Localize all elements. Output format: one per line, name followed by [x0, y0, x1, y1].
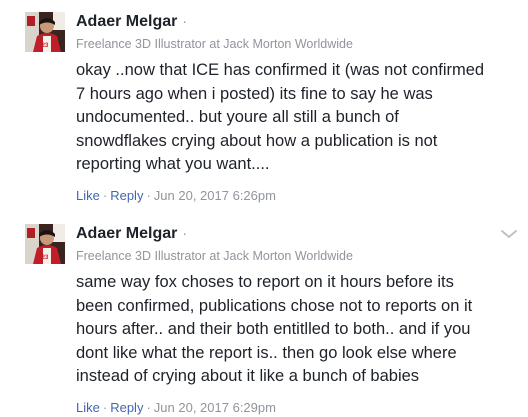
comment-text-line: been confirmed, publications chose not t…: [76, 296, 473, 315]
comment-timestamp[interactable]: Jun 20, 2017 6:29pm: [154, 400, 276, 415]
avatar[interactable]: 23: [25, 12, 65, 52]
comment-text-line: dont like what the report is.. then go l…: [76, 343, 457, 362]
author-line: Adaer Melgar ·: [76, 223, 187, 244]
profile-photo-icon: 23: [25, 12, 65, 52]
svg-text:23: 23: [42, 43, 49, 49]
comment-text-line: 7 hours ago when i posted) its fine to s…: [76, 84, 433, 103]
comment-text-line: instead of crying about it like a bunch …: [76, 367, 420, 385]
comment-text: same way fox choses to report on it hour…: [76, 271, 526, 389]
like-button[interactable]: Like: [76, 400, 100, 415]
comment-text-line: hours after.. and their both entitlled t…: [76, 320, 471, 338]
action-separator: ·: [102, 188, 108, 203]
comment-actions: Like · Reply · Jun 20, 2017 6:26pm: [76, 188, 276, 204]
reply-button[interactable]: Reply: [110, 188, 143, 203]
author-name[interactable]: Adaer Melgar: [76, 225, 177, 242]
comment-text-line: okay ..now that ICE has confirmed it (wa…: [76, 61, 485, 79]
comment-text-line: reporting what you want....: [76, 155, 270, 173]
action-separator: ·: [146, 400, 151, 415]
author-separator: ·: [182, 13, 188, 29]
action-separator: ·: [102, 400, 108, 415]
action-separator: ·: [146, 188, 151, 203]
comment-timestamp[interactable]: Jun 20, 2017 6:26pm: [154, 188, 276, 203]
chevron-down-icon[interactable]: [500, 228, 518, 240]
comment-text-line: same way fox choses to report on it hour…: [76, 273, 454, 291]
like-button[interactable]: Like: [76, 188, 100, 203]
author-title: Freelance 3D Illustrator at Jack Morton …: [76, 249, 353, 263]
comment-text-line: undocumented.. but youre all still a bun…: [76, 108, 399, 126]
author-line: Adaer Melgar ·: [76, 11, 187, 32]
profile-photo-icon: 23: [25, 224, 65, 264]
comment-text: okay ..now that ICE has confirmed it (wa…: [76, 59, 526, 177]
avatar[interactable]: 23: [25, 224, 65, 264]
svg-text:23: 23: [42, 255, 49, 261]
comment-actions: Like · Reply · Jun 20, 2017 6:29pm: [76, 400, 276, 416]
author-title: Freelance 3D Illustrator at Jack Morton …: [76, 37, 353, 51]
reply-button[interactable]: Reply: [110, 400, 143, 415]
comment-text-line: snowdflakes crying about how a publicati…: [76, 131, 438, 150]
author-separator: ·: [182, 225, 188, 241]
author-name[interactable]: Adaer Melgar: [76, 13, 177, 30]
